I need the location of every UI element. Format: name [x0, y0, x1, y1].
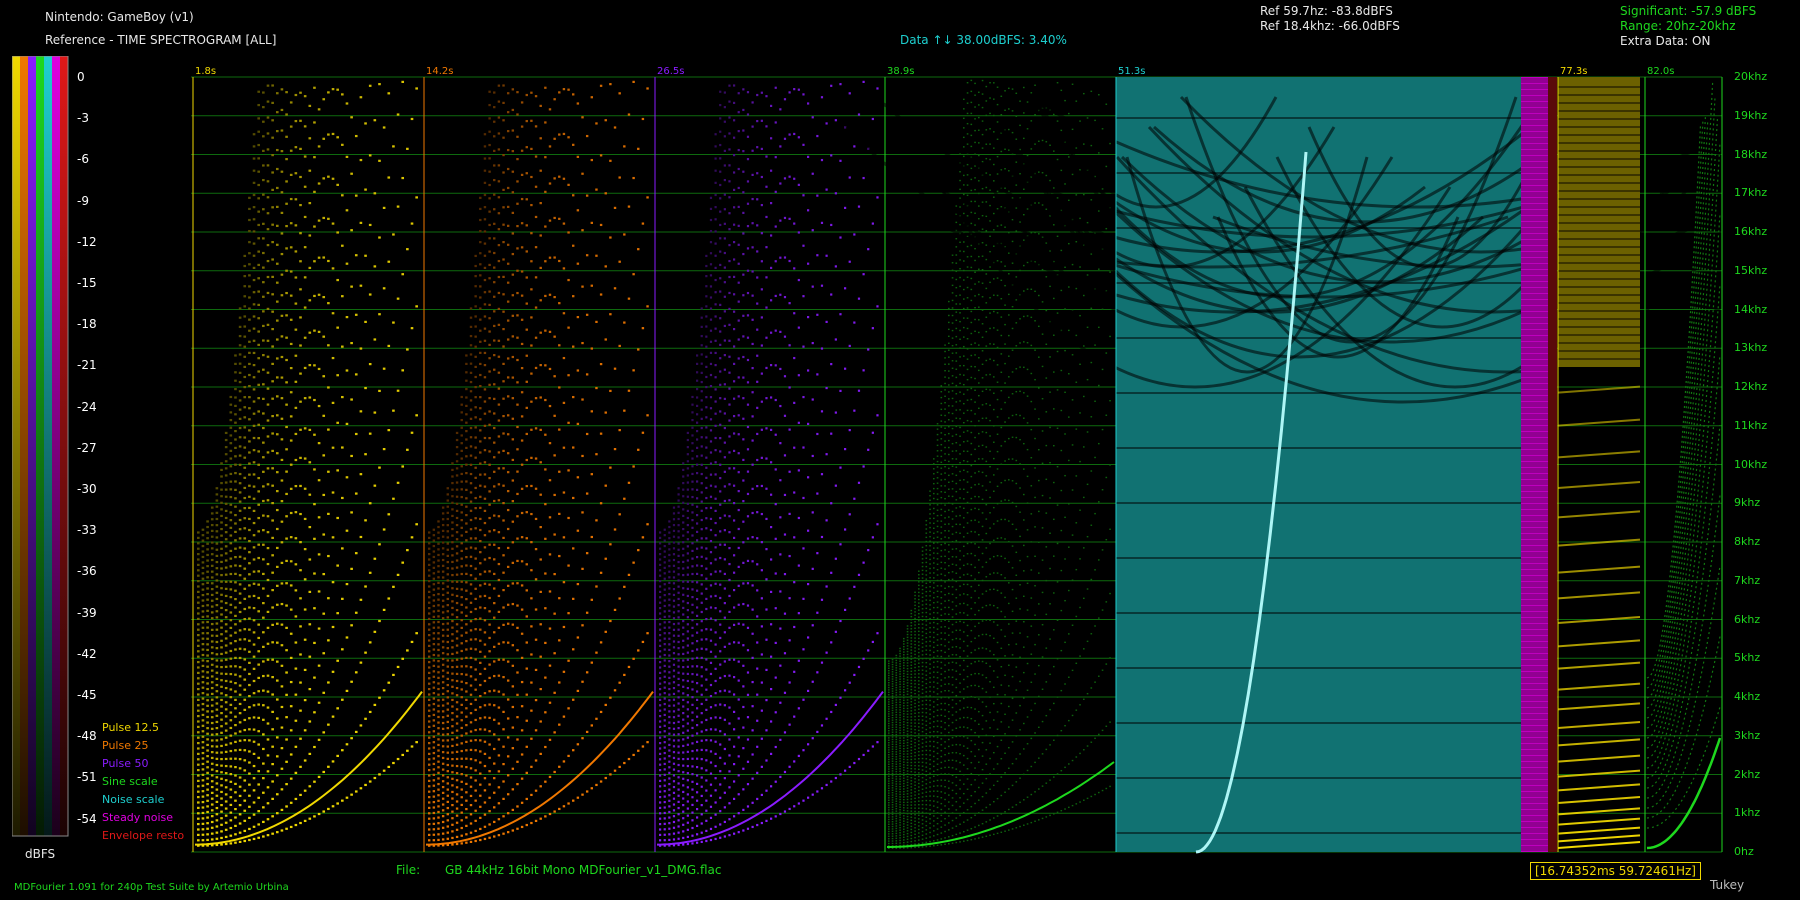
frequency-tick-label: 5khz: [1734, 651, 1761, 665]
frequency-tick-label: 6khz: [1734, 612, 1761, 626]
frequency-tick-label: 19khz: [1734, 108, 1768, 122]
time-marker-label: 38.9s: [887, 66, 915, 77]
frequency-tick-label: 8khz: [1734, 535, 1761, 548]
late-sweep-curve: [1646, 737, 1722, 850]
frequency-tick-label: 4khz: [1734, 690, 1761, 703]
time-marker-label: 1.8s: [195, 66, 217, 77]
frequency-tick-label: 2khz: [1734, 767, 1761, 781]
frequency-tick-label: 16khz: [1734, 225, 1768, 238]
frame-info: [16.74352ms 59.72461Hz]: [1530, 862, 1701, 880]
frequency-tick-label: 13khz: [1734, 341, 1768, 355]
file-info: GB 44kHz 16bit Mono MDFourier_v1_DMG.fla…: [445, 863, 722, 877]
frequency-tick-label: 3khz: [1734, 728, 1761, 742]
steady-noise-fill: [1521, 77, 1548, 852]
envelope-section: [1548, 77, 1557, 852]
frequency-tick-label: 10khz: [1734, 457, 1768, 471]
fundamental-curve: [195, 691, 423, 846]
frequency-tick-label: 7khz: [1734, 573, 1761, 587]
fundamental-curve: [426, 691, 654, 846]
spectrogram-canvas: Nintendo: GameBoy (v1) Reference - TIME …: [0, 0, 1800, 900]
credit-text: MDFourier 1.091 for 240p Test Suite by A…: [14, 882, 289, 893]
window-label: Tukey: [1710, 878, 1745, 892]
frequency-tick-label: 0hz: [1734, 845, 1754, 858]
frequency-tick-label: 11khz: [1734, 418, 1768, 432]
file-label: File:: [396, 863, 421, 877]
frequency-tick-label: 1khz: [1734, 806, 1761, 820]
frequency-tick-label: 14khz: [1734, 302, 1768, 316]
fundamental-curve: [657, 691, 884, 846]
time-marker-label: 26.5s: [657, 66, 685, 77]
steady-noise-section: [1521, 77, 1548, 852]
frequency-tick-label: 18khz: [1734, 147, 1768, 161]
frequency-tick-label: 9khz: [1734, 496, 1761, 510]
envelope-fill: [1548, 77, 1557, 852]
time-marker-label: 82.0s: [1647, 66, 1675, 77]
noise-fill: [1116, 77, 1526, 852]
time-marker-label: 77.3s: [1560, 66, 1588, 77]
spectrogram-plot: [191, 76, 1800, 854]
time-marker-label: 51.3s: [1118, 66, 1146, 77]
frequency-tick-label: 20khz: [1734, 70, 1768, 83]
frequency-tick-label: 15khz: [1734, 263, 1768, 277]
time-marker-label: 14.2s: [426, 66, 454, 77]
frequency-tick-label: 12khz: [1734, 380, 1768, 393]
frequency-tick-label: 17khz: [1734, 186, 1768, 200]
